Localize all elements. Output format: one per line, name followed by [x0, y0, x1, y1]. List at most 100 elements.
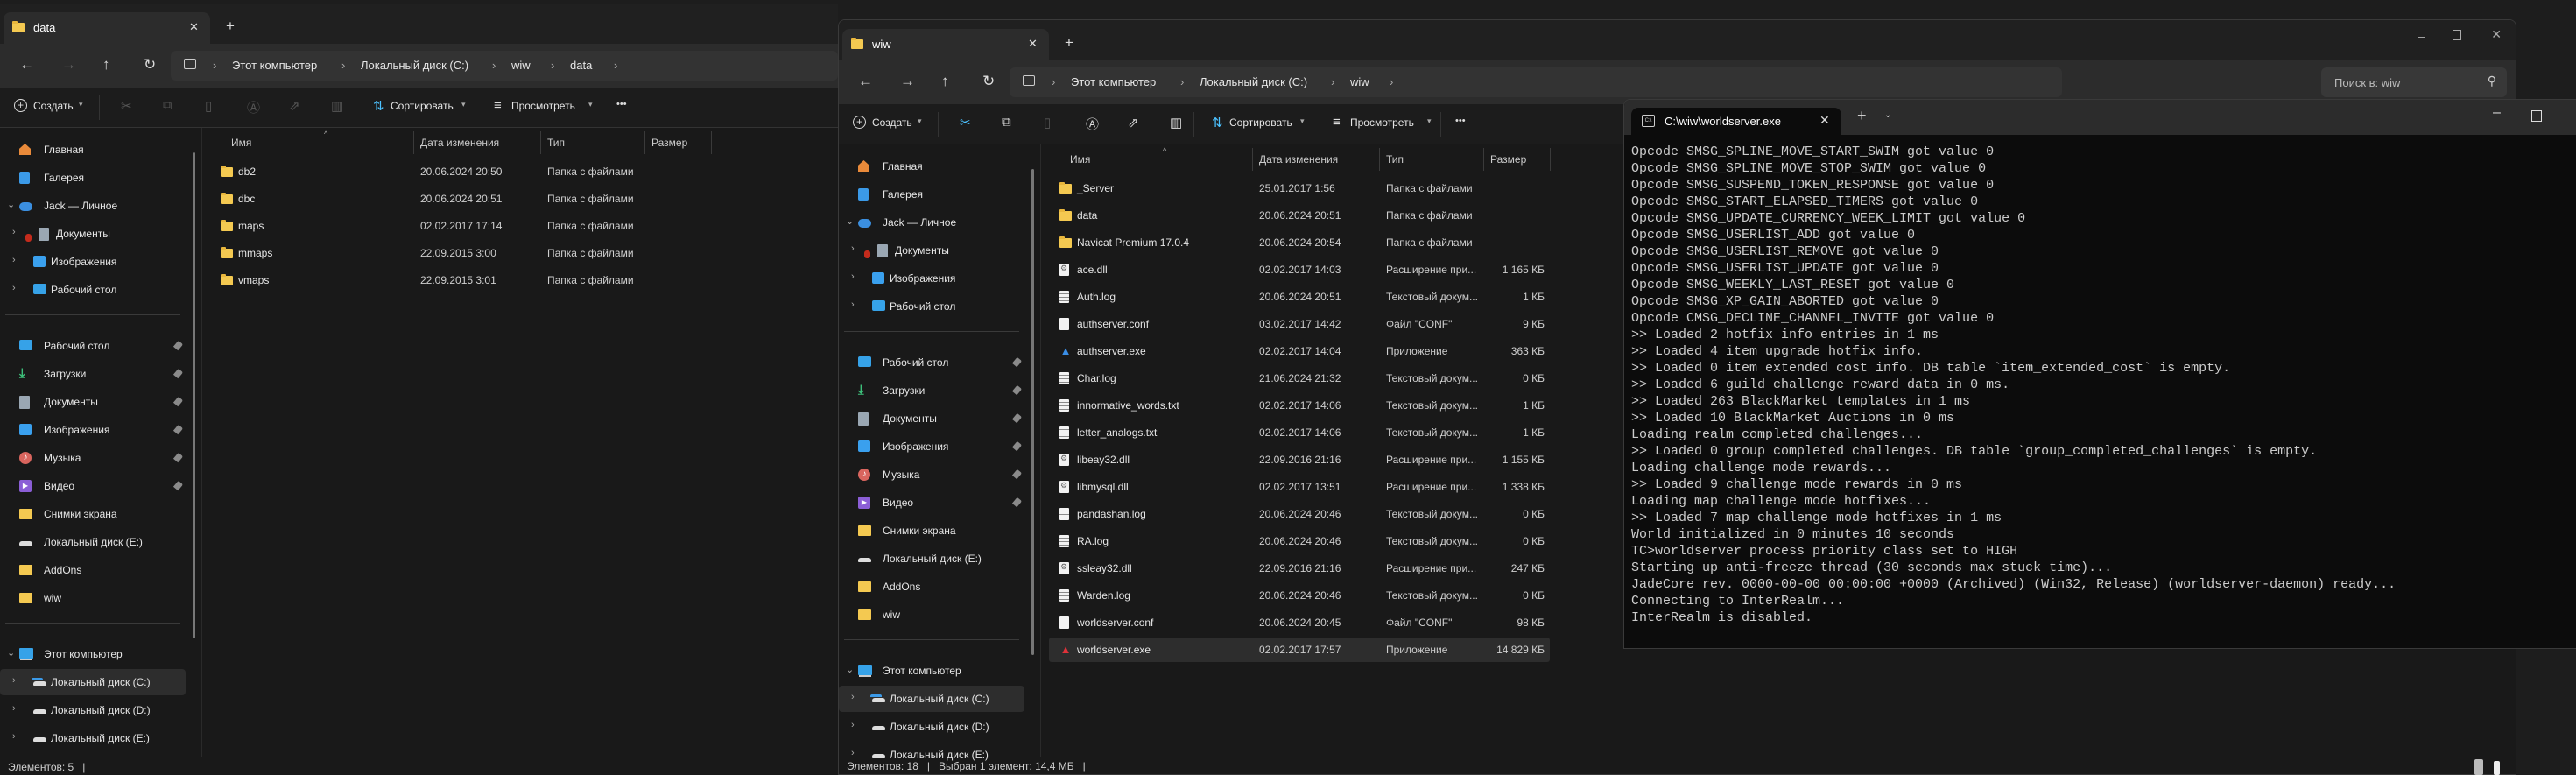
- column-header-name[interactable]: Имя: [231, 137, 251, 149]
- sidebar-item-21[interactable]: › Локальный диск (E:): [0, 725, 186, 751]
- chevron-down-icon[interactable]: ⌄: [7, 647, 15, 659]
- column-divider[interactable]: [1252, 148, 1253, 171]
- sidebar-item-3[interactable]: › Документы: [839, 237, 1024, 264]
- sidebar-scrollbar[interactable]: [1031, 169, 1034, 655]
- sidebar-item-2[interactable]: ⌄ Jack — Личное: [0, 193, 186, 219]
- file-row[interactable]: vmaps 22.09.2015 3:01 Папка с файлами: [210, 268, 711, 292]
- breadcrumb-separator-icon[interactable]: ›: [614, 59, 617, 72]
- sidebar-item-20[interactable]: › Локальный диск (D:): [839, 714, 1024, 740]
- sidebar-item-8[interactable]: ⤓ Загрузки: [839, 377, 1024, 404]
- column-header-date[interactable]: Дата изменения: [420, 137, 499, 149]
- file-row[interactable]: RA.log 20.06.2024 20:46 Текстовый докум...…: [1049, 529, 1550, 553]
- delete-button[interactable]: ▥: [1170, 115, 1182, 130]
- sidebar-item-9[interactable]: Документы: [839, 405, 1024, 432]
- more-options-button[interactable]: •••: [1455, 116, 1466, 126]
- forward-button[interactable]: →: [61, 56, 76, 74]
- chevron-right-icon[interactable]: ›: [12, 731, 16, 742]
- breadcrumb-item[interactable]: wiw: [511, 59, 531, 72]
- file-row[interactable]: ▲ authserver.exe 02.02.2017 14:04 Приложени…: [1049, 339, 1550, 363]
- sidebar-item-14[interactable]: Локальный диск (E:): [839, 546, 1024, 572]
- chevron-right-icon[interactable]: ›: [851, 748, 855, 758]
- chevron-right-icon[interactable]: ›: [12, 703, 16, 714]
- sidebar-item-11[interactable]: ♪ Музыка: [0, 445, 186, 471]
- sidebar-item-10[interactable]: Изображения: [0, 417, 186, 443]
- chevron-right-icon[interactable]: ›: [12, 255, 16, 265]
- breadcrumb-separator-icon[interactable]: ›: [1390, 75, 1393, 88]
- breadcrumb-item[interactable]: Этот компьютер: [232, 59, 317, 72]
- create-button[interactable]: + Создать ▾: [848, 113, 926, 136]
- file-row[interactable]: ▲ worldserver.exe 02.02.2017 17:57 Приложен…: [1049, 638, 1550, 662]
- paste-button[interactable]: ▯: [1044, 115, 1051, 130]
- sidebar-item-16[interactable]: wiw: [0, 585, 186, 611]
- new-tab-icon[interactable]: +: [1857, 107, 1867, 125]
- sidebar-item-10[interactable]: Изображения: [839, 433, 1024, 460]
- chevron-down-icon[interactable]: ⌄: [7, 199, 15, 210]
- column-header-type[interactable]: Тип: [547, 137, 565, 149]
- file-row[interactable]: mmaps 22.09.2015 3:00 Папка с файлами: [210, 241, 711, 265]
- column-divider[interactable]: [540, 131, 541, 154]
- maximize-icon[interactable]: [2453, 30, 2461, 40]
- sidebar-item-18[interactable]: ⌄ Этот компьютер: [0, 641, 186, 667]
- sidebar-item-1[interactable]: Галерея: [839, 181, 1024, 208]
- column-divider[interactable]: [1379, 148, 1380, 171]
- file-row[interactable]: db2 20.06.2024 20:50 Папка с файлами: [210, 159, 711, 184]
- file-row[interactable]: ssleay32.dll 22.09.2016 21:16 Расширение п…: [1049, 556, 1550, 581]
- minimize-icon[interactable]: –: [2418, 29, 2425, 43]
- address-bar[interactable]: › Этот компьютер › Локальный диск (C:) › wiw ›…: [171, 51, 838, 81]
- file-row[interactable]: maps 02.02.2017 17:14 Папка с файлами: [210, 214, 711, 238]
- view-button[interactable]: ≡ Просмотреть ▾: [490, 96, 604, 119]
- breadcrumb-separator-icon[interactable]: ›: [341, 59, 345, 72]
- column-header-date[interactable]: Дата изменения: [1259, 153, 1338, 166]
- new-tab-icon[interactable]: +: [1065, 34, 1073, 52]
- file-row[interactable]: pandashan.log 20.06.2024 20:46 Текстовый д…: [1049, 502, 1550, 526]
- sidebar-item-12[interactable]: ▶ Видео: [0, 473, 186, 499]
- close-tab-icon[interactable]: ✕: [1028, 37, 1038, 51]
- new-tab-icon[interactable]: +: [226, 18, 235, 35]
- close-window-icon[interactable]: ✕: [2491, 27, 2502, 42]
- column-divider[interactable]: [413, 131, 414, 154]
- column-header-name[interactable]: Имя: [1070, 153, 1090, 166]
- breadcrumb-item[interactable]: Локальный диск (C:): [361, 59, 468, 72]
- cut-button[interactable]: ✂: [121, 98, 132, 114]
- chevron-right-icon[interactable]: ›: [851, 271, 855, 282]
- file-row[interactable]: _Server 25.01.2017 1:56 Папка с файлами: [1049, 176, 1550, 201]
- paste-button[interactable]: ▯: [205, 98, 212, 114]
- chevron-right-icon[interactable]: ›: [851, 692, 855, 702]
- address-bar[interactable]: › Этот компьютер › Локальный диск (C:) › wiw ›: [1010, 67, 2062, 97]
- close-tab-icon[interactable]: ✕: [189, 20, 199, 34]
- file-row[interactable]: libeay32.dll 22.09.2016 21:16 Расширение п…: [1049, 447, 1550, 472]
- column-divider[interactable]: [1550, 148, 1551, 171]
- file-row[interactable]: Warden.log 20.06.2024 20:46 Текстовый доку…: [1049, 583, 1550, 608]
- breadcrumb-separator-icon[interactable]: ›: [213, 59, 216, 72]
- refresh-button[interactable]: ↻: [982, 73, 995, 90]
- breadcrumb-separator-icon[interactable]: ›: [551, 59, 554, 72]
- sidebar-item-0[interactable]: Главная: [839, 153, 1024, 180]
- breadcrumb-separator-icon[interactable]: ›: [1331, 75, 1334, 88]
- sidebar-item-5[interactable]: › Рабочий стол: [839, 293, 1024, 320]
- breadcrumb-item[interactable]: data: [570, 59, 592, 72]
- chevron-down-icon[interactable]: ⌄: [846, 664, 854, 675]
- column-header-size[interactable]: Размер: [651, 137, 687, 149]
- sidebar-item-19[interactable]: › Локальный диск (C:): [839, 686, 1024, 712]
- column-header-type[interactable]: Тип: [1386, 153, 1404, 166]
- up-button[interactable]: ↑: [102, 56, 110, 74]
- cut-button[interactable]: ✂: [960, 115, 971, 130]
- sidebar-scrollbar[interactable]: [193, 152, 195, 638]
- delete-button[interactable]: ▥: [331, 98, 343, 114]
- file-row[interactable]: innormative_words.txt 02.02.2017 14:06 Тек…: [1049, 393, 1550, 418]
- minimize-icon[interactable]: –: [2493, 105, 2501, 121]
- share-button[interactable]: ⇗: [289, 98, 300, 114]
- breadcrumb-item[interactable]: Этот компьютер: [1071, 75, 1156, 88]
- more-options-button[interactable]: •••: [616, 99, 627, 109]
- file-row[interactable]: Navicat Premium 17.0.4 20.06.2024 20:54 Па…: [1049, 230, 1550, 255]
- sidebar-item-20[interactable]: › Локальный диск (D:): [0, 697, 186, 723]
- copy-button[interactable]: ⧉: [1002, 115, 1011, 130]
- sidebar-item-7[interactable]: Рабочий стол: [839, 349, 1024, 376]
- file-row[interactable]: data 20.06.2024 20:51 Папка с файлами: [1049, 203, 1550, 228]
- refresh-button[interactable]: ↻: [144, 56, 156, 74]
- up-button[interactable]: ↑: [941, 73, 949, 90]
- sort-button[interactable]: ⇅ Сортировать ▾: [1208, 113, 1313, 136]
- sidebar-item-0[interactable]: Главная: [0, 137, 186, 163]
- terminal-output[interactable]: Opcode SMSG_SPLINE_MOVE_START_SWIM got v…: [1631, 144, 2396, 626]
- sidebar-item-12[interactable]: ▶ Видео: [839, 490, 1024, 516]
